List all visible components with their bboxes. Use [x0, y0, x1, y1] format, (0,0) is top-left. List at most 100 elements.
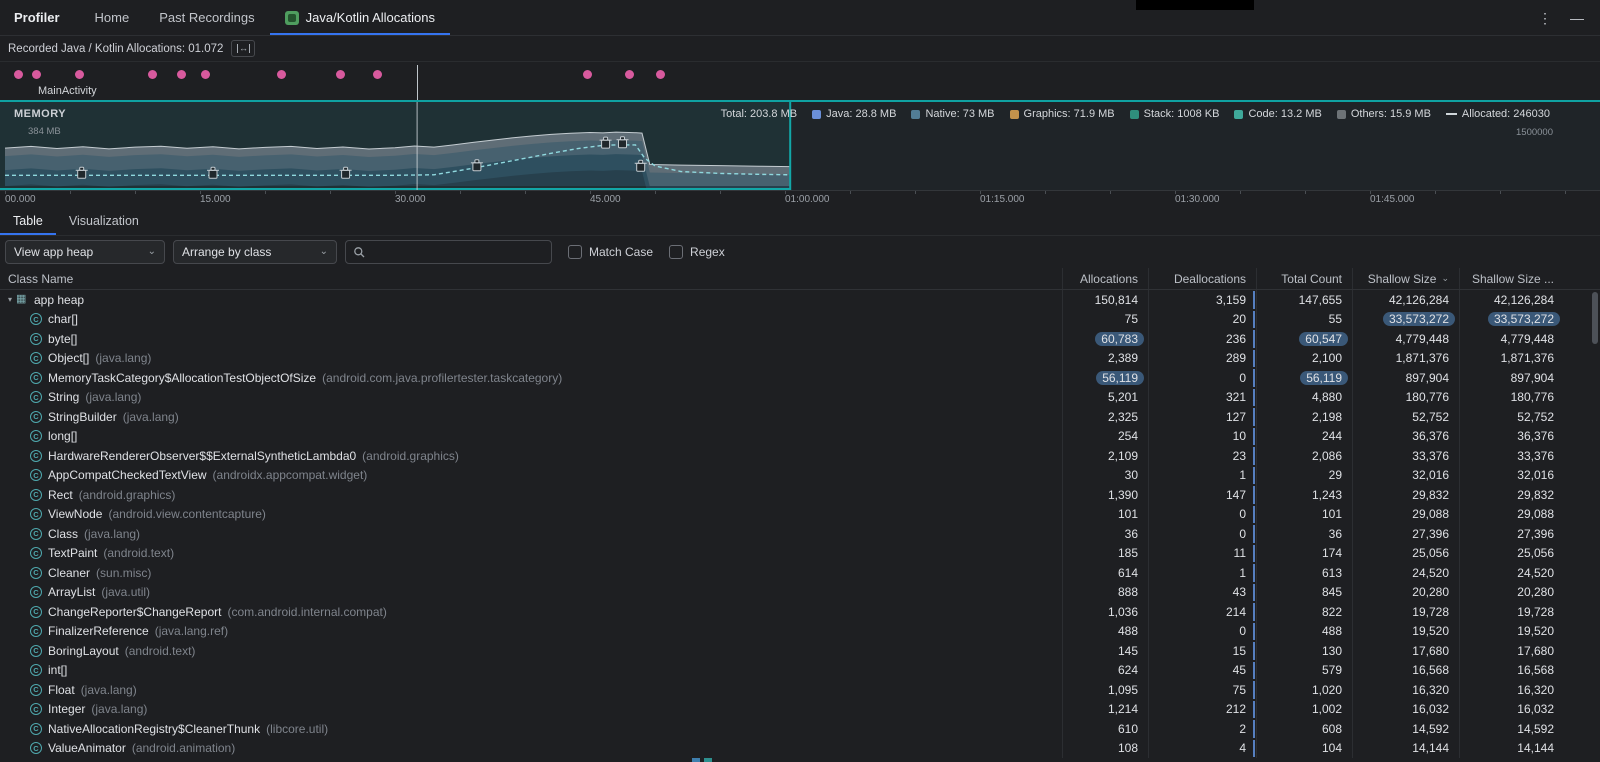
class-icon: C — [30, 352, 42, 364]
axis-tick: 01:30.000 — [1175, 194, 1220, 205]
table-row[interactable]: Cbyte[]60,78323660,5474,779,4484,779,448 — [0, 329, 1600, 349]
toolbar: View app heap ⌄ Arrange by class ⌄ Match… — [0, 236, 1600, 268]
arrange-selector[interactable]: Arrange by class ⌄ — [173, 240, 337, 264]
table-row[interactable]: CFloat(java.lang)1,095751,02016,32016,32… — [0, 680, 1600, 700]
col-shallow-size[interactable]: Shallow Size ⌄ — [1352, 268, 1459, 289]
table-row[interactable]: ▾▦app heap150,8143,159147,65542,126,2844… — [0, 290, 1600, 310]
table-row[interactable]: CMemoryTaskCategory$AllocationTestObject… — [0, 368, 1600, 388]
table-row[interactable]: CValueAnimator(android.animation)1084104… — [0, 739, 1600, 759]
table-row[interactable]: CCleaner(sun.misc)614161324,52024,520 — [0, 563, 1600, 583]
table-row[interactable]: CHardwareRendererObserver$$ExternalSynth… — [0, 446, 1600, 466]
memory-axis-max-label: 384 MB — [28, 126, 61, 137]
shallow-size-cell: 897,904 — [1352, 368, 1459, 388]
table-row[interactable]: CBoringLayout(android.text)1451513017,68… — [0, 641, 1600, 661]
expand-arrow-icon[interactable]: ▾ — [4, 295, 16, 304]
table-row[interactable]: CNativeAllocationRegistry$CleanerThunk(l… — [0, 719, 1600, 739]
class-package: (android.view.contentcapture) — [108, 507, 265, 521]
shallow-size-2-cell: 20,280 — [1459, 583, 1600, 603]
tab-label: Java/Kotlin Allocations — [306, 10, 435, 25]
view-tab-table[interactable]: Table — [0, 206, 56, 235]
col-class-name[interactable]: Class Name — [0, 268, 1062, 289]
table-row[interactable]: CStringBuilder(java.lang)2,3251272,19852… — [0, 407, 1600, 427]
allocation-event-dot[interactable] — [625, 70, 634, 79]
shallow-size-2-cell: 1,871,376 — [1459, 349, 1600, 369]
total-count-cell: 147,655 — [1256, 290, 1352, 310]
class-package: (sun.misc) — [96, 566, 151, 580]
checkbox-box — [568, 245, 582, 259]
shallow-size-cell: 32,016 — [1352, 466, 1459, 486]
memory-chart-svg[interactable] — [0, 102, 1600, 190]
col-allocations[interactable]: Allocations — [1062, 268, 1148, 289]
table-row[interactable]: CObject[](java.lang)2,3892892,1001,871,3… — [0, 349, 1600, 369]
table-row[interactable]: CString(java.lang)5,2013214,880180,77618… — [0, 388, 1600, 408]
shallow-size-cell: 52,752 — [1352, 407, 1459, 427]
allocation-event-dot[interactable] — [277, 70, 286, 79]
search-field[interactable] — [345, 240, 552, 264]
allocations-cell: 610 — [1062, 719, 1148, 739]
total-count-cell: 488 — [1256, 622, 1352, 642]
table-row[interactable]: Cchar[]75205533,573,27233,573,272 — [0, 310, 1600, 330]
match-case-checkbox[interactable]: Match Case — [568, 245, 653, 259]
col-deallocations[interactable]: Deallocations — [1148, 268, 1256, 289]
class-package: (android.text) — [103, 546, 174, 560]
table-row[interactable]: CTextPaint(android.text)1851117425,05625… — [0, 544, 1600, 564]
checkbox-box — [669, 245, 683, 259]
heap-selector[interactable]: View app heap ⌄ — [5, 240, 165, 264]
allocations-cell: 150,814 — [1062, 290, 1148, 310]
playhead-line[interactable] — [417, 65, 418, 100]
table-row[interactable]: CClass(java.lang)3603627,39627,396 — [0, 524, 1600, 544]
class-name: Integer — [48, 702, 85, 716]
axis-tick: 15.000 — [200, 194, 231, 205]
view-tab-visualization[interactable]: Visualization — [56, 206, 152, 235]
allocation-event-dot[interactable] — [336, 70, 345, 79]
allocation-event-dot[interactable] — [32, 70, 41, 79]
deallocations-cell: 10 — [1148, 427, 1256, 447]
table-row[interactable]: CRect(android.graphics)1,3901471,24329,8… — [0, 485, 1600, 505]
memory-section[interactable]: MEMORY Total: 203.8 MBJava: 28.8 MBNativ… — [0, 102, 1600, 190]
allocation-event-dot[interactable] — [656, 70, 665, 79]
more-options-icon[interactable]: ⋮ — [1538, 11, 1552, 25]
table-row[interactable]: CViewNode(android.view.contentcapture)10… — [0, 505, 1600, 525]
table-row[interactable]: CFinalizerReference(java.lang.ref)488048… — [0, 622, 1600, 642]
total-count-cell: 613 — [1256, 563, 1352, 583]
table-row[interactable]: CInteger(java.lang)1,2142121,00216,03216… — [0, 700, 1600, 720]
titlebar-tabs: HomePast Recordings Java/Kotlin Allocatio… — [80, 0, 450, 35]
class-icon: C — [30, 411, 42, 423]
allocation-event-dot[interactable] — [148, 70, 157, 79]
allocation-event-dot[interactable] — [177, 70, 186, 79]
shallow-size-2-cell: 897,904 — [1459, 368, 1600, 388]
deallocations-cell: 236 — [1148, 329, 1256, 349]
class-name: ValueAnimator — [48, 741, 126, 755]
class-name-cell: CMemoryTaskCategory$AllocationTestObject… — [0, 368, 1062, 388]
table-row[interactable]: Cint[]6244557916,56816,568 — [0, 661, 1600, 681]
class-name-cell: CBoringLayout(android.text) — [0, 641, 1062, 661]
total-count-cell: 822 — [1256, 602, 1352, 622]
class-name-cell: CObject[](java.lang) — [0, 349, 1062, 369]
search-input[interactable] — [372, 245, 544, 259]
class-name: Class — [48, 527, 78, 541]
deallocations-cell: 289 — [1148, 349, 1256, 369]
allocation-event-dot[interactable] — [201, 70, 210, 79]
deallocations-cell: 147 — [1148, 485, 1256, 505]
col-shallow-size-2[interactable]: Shallow Size ... — [1459, 268, 1600, 289]
allocation-event-dot[interactable] — [75, 70, 84, 79]
allocation-event-dot[interactable] — [373, 70, 382, 79]
minimize-icon[interactable]: — — [1570, 11, 1584, 25]
table-row[interactable]: CChangeReporter$ChangeReport(com.android… — [0, 602, 1600, 622]
allocation-event-dot[interactable] — [583, 70, 592, 79]
titlebar-tab-java-kotlin-allocations[interactable]: Java/Kotlin Allocations — [270, 0, 450, 35]
table-row[interactable]: CArrayList(java.util)8884384520,28020,28… — [0, 583, 1600, 603]
shallow-size-cell: 19,520 — [1352, 622, 1459, 642]
table-row[interactable]: Clong[]2541024436,37636,376 — [0, 427, 1600, 447]
regex-checkbox[interactable]: Regex — [669, 245, 725, 259]
total-count-cell: 55 — [1256, 310, 1352, 330]
zoom-to-fit-button[interactable]: ↔ — [231, 40, 255, 57]
vertical-scrollbar-thumb[interactable] — [1592, 292, 1598, 344]
titlebar-tab-past-recordings[interactable]: Past Recordings — [144, 0, 269, 35]
events-track[interactable]: MainActivity — [0, 62, 1600, 102]
col-total-count[interactable]: Total Count — [1256, 268, 1352, 289]
allocations-cell: 108 — [1062, 739, 1148, 759]
table-row[interactable]: CAppCompatCheckedTextView(androidx.appco… — [0, 466, 1600, 486]
allocation-event-dot[interactable] — [14, 70, 23, 79]
titlebar-tab-home[interactable]: Home — [80, 0, 145, 35]
